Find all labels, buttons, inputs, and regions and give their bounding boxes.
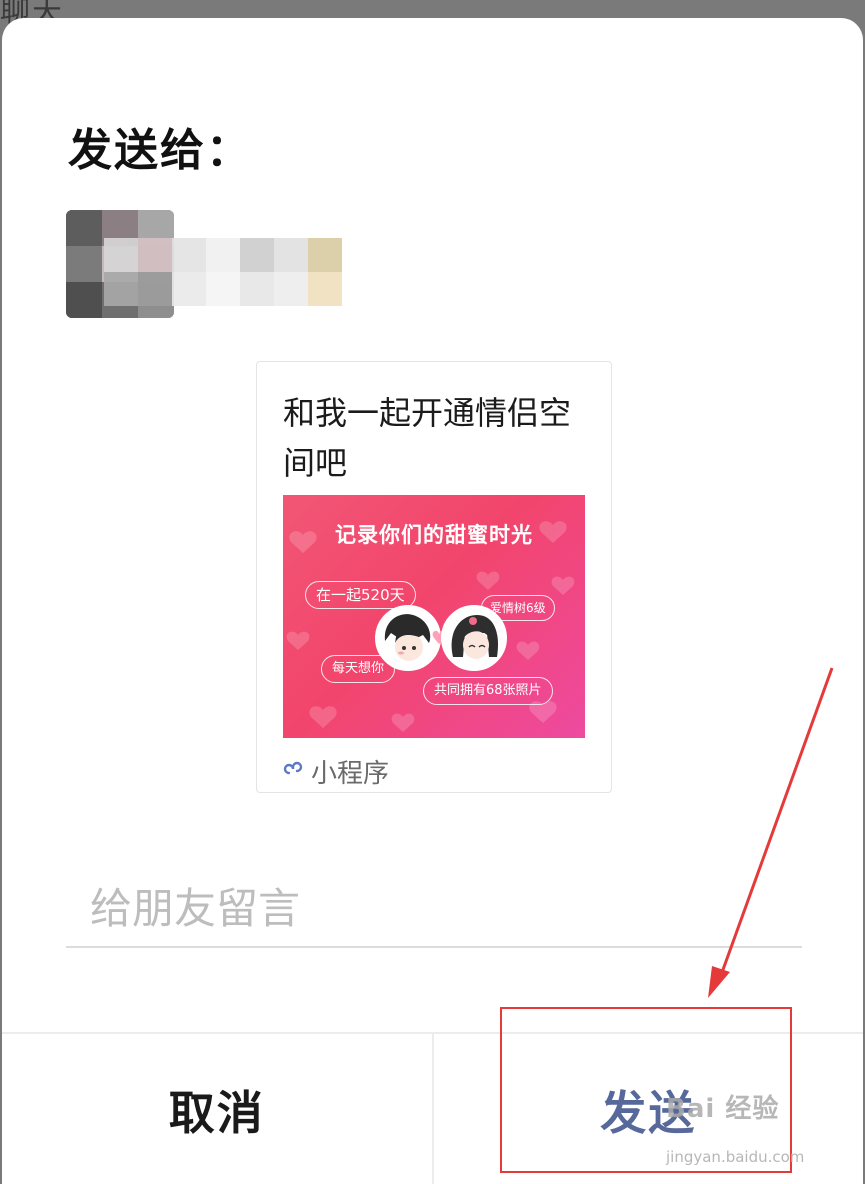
card-footer: 小程序: [283, 754, 390, 789]
banner-pill-photos: 共同拥有68张照片: [423, 677, 553, 705]
message-input[interactable]: [66, 878, 826, 938]
recipient-entry[interactable]: [66, 210, 346, 318]
recipient-name-obscured: [104, 238, 342, 306]
watermark-logo: Bai 经验: [666, 1094, 780, 1124]
card-banner-image: 记录你们的甜蜜时光 在一起520天 爱情树6级 每天想你 共同拥有68张照片 ♥: [283, 495, 585, 738]
dialog-heading: 发送给：: [68, 125, 252, 176]
girl-avatar: [441, 605, 507, 671]
message-field[interactable]: [66, 878, 826, 948]
banner-headline: 记录你们的甜蜜时光: [335, 523, 533, 547]
cancel-button[interactable]: 取消: [2, 1034, 434, 1184]
mini-program-label: 小程序: [311, 758, 390, 789]
banner-pill-days: 在一起520天: [305, 581, 416, 609]
mini-program-icon: [283, 756, 305, 786]
mini-program-card[interactable]: 和我一起开通情侣空间吧 记录你们的甜蜜时光 在一起520天 爱情树6级 每天想你…: [256, 361, 612, 793]
watermark-url: jingyan.baidu.com: [666, 1148, 805, 1166]
card-title: 和我一起开通情侣空间吧: [283, 394, 572, 482]
